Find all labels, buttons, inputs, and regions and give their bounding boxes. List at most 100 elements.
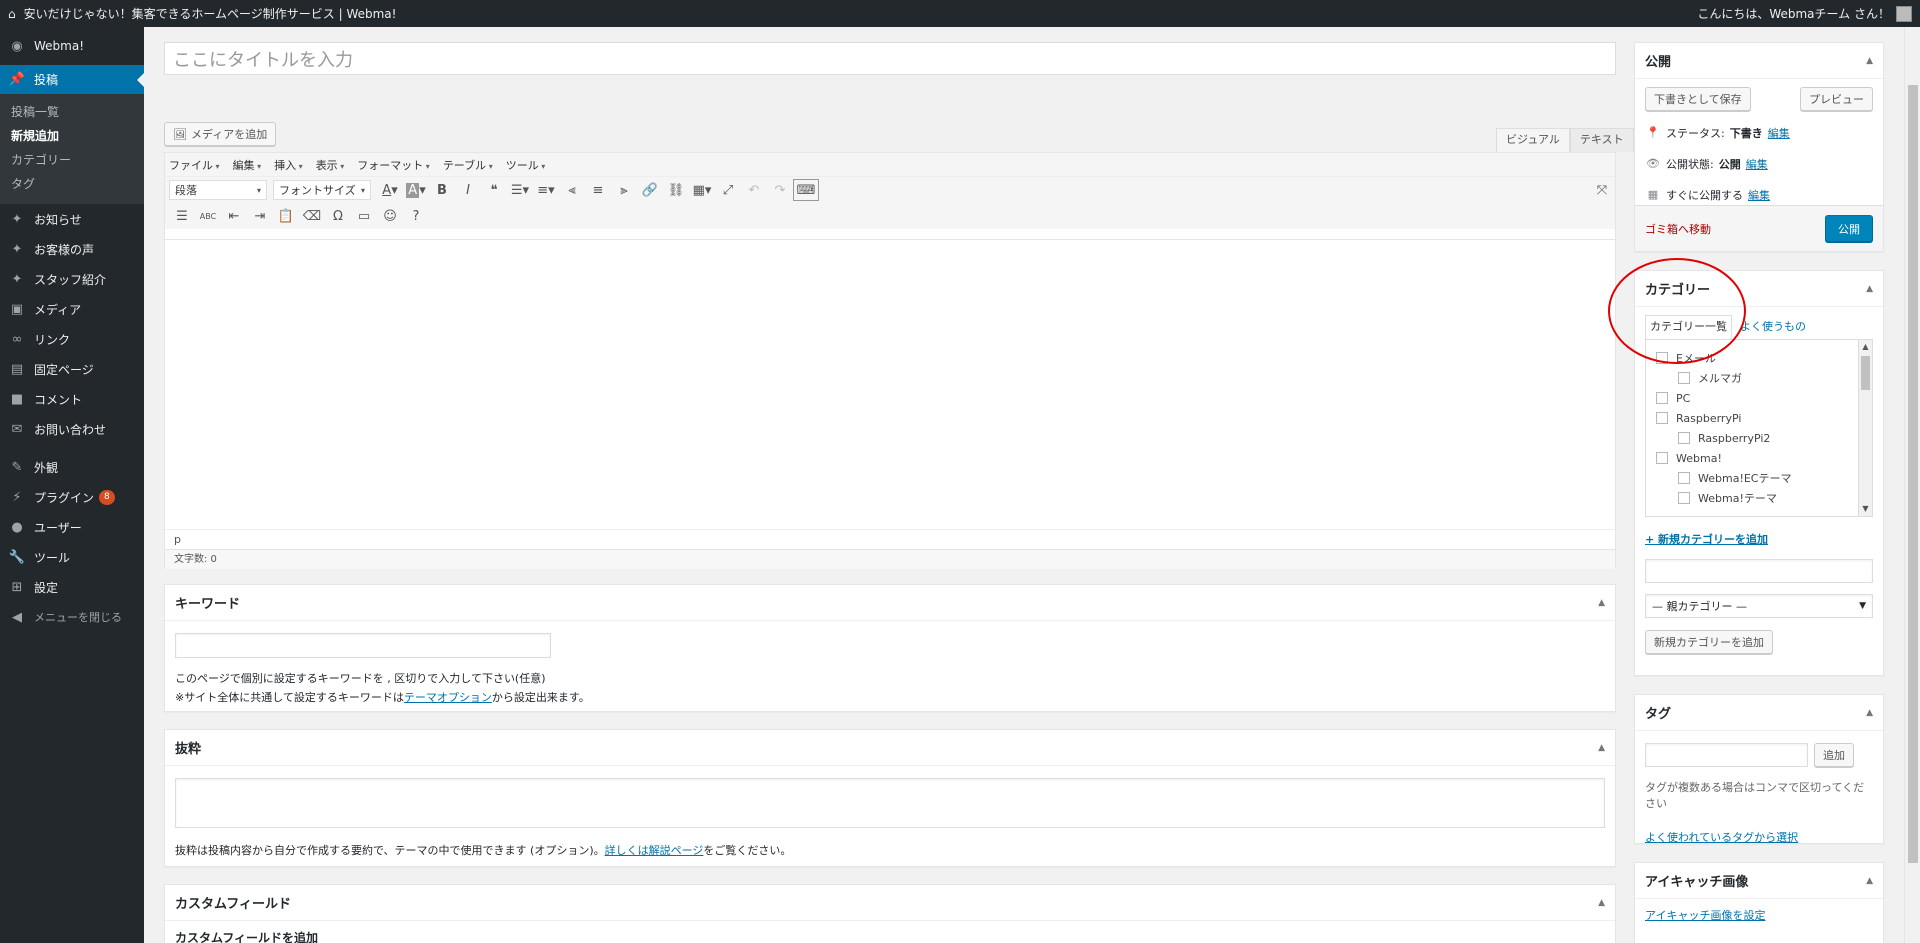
publish-button[interactable]: 公開 — [1825, 215, 1873, 242]
table-icon[interactable]: ▦▾ — [689, 179, 715, 201]
strikethrough-icon[interactable]: ABC — [195, 205, 221, 227]
scroll-up-icon[interactable]: ▲ — [1859, 340, 1872, 354]
category-item[interactable]: Eメール — [1656, 348, 1872, 368]
help-icon[interactable]: ? — [403, 205, 429, 227]
align-right-icon[interactable]: ⫸ — [611, 179, 637, 201]
tag-box-header[interactable]: タグ ▲ — [1635, 695, 1883, 731]
submenu-categories[interactable]: カテゴリー — [0, 148, 144, 172]
category-item[interactable]: RaspberryPi — [1656, 408, 1872, 428]
keyword-input[interactable] — [175, 633, 551, 658]
home-icon[interactable]: ⌂ — [8, 7, 16, 21]
excerpt-help-link[interactable]: 詳しくは解説ページ — [605, 844, 704, 857]
site-title-link[interactable]: 安いだけじゃない！集客できるホームページ制作サービス | Webma! — [24, 5, 397, 22]
category-checkbox[interactable] — [1678, 372, 1690, 384]
number-list-icon[interactable]: ≡▾ — [533, 179, 559, 201]
keyword-box-header[interactable]: キーワード ▲ — [165, 585, 1615, 621]
align-center-icon[interactable]: ≡ — [585, 179, 611, 201]
sidebar-item-pages[interactable]: ▤ 固定ページ — [0, 354, 144, 384]
sidebar-item-appearance[interactable]: ✎ 外観 — [0, 452, 144, 482]
new-category-input[interactable] — [1645, 559, 1873, 583]
set-featured-image-link[interactable]: アイキャッチ画像を設定 — [1645, 909, 1765, 922]
avatar[interactable] — [1896, 5, 1912, 22]
menu-tools[interactable]: ツール — [506, 157, 546, 173]
sidebar-item-tools[interactable]: 🔧 ツール — [0, 542, 144, 572]
sidebar-item-links[interactable]: ∞ リンク — [0, 324, 144, 354]
add-tag-button[interactable]: 追加 — [1814, 743, 1854, 767]
category-checkbox[interactable] — [1656, 452, 1668, 464]
category-item[interactable]: PC — [1656, 388, 1872, 408]
category-item[interactable]: RaspberryPi2 — [1656, 428, 1872, 448]
collapse-arrow-icon[interactable]: ▲ — [1866, 708, 1873, 718]
custom-fields-header[interactable]: カスタムフィールド ▲ — [165, 885, 1615, 921]
sidebar-item-voice[interactable]: ✦ お客様の声 — [0, 234, 144, 264]
category-checkbox[interactable] — [1656, 352, 1668, 364]
undo-icon[interactable]: ↶ — [741, 179, 767, 201]
align-left-icon[interactable]: ⫷ — [559, 179, 585, 201]
collapse-arrow-icon[interactable]: ▲ — [1598, 743, 1605, 753]
blockquote-icon[interactable]: ❝ — [481, 179, 507, 201]
save-draft-button[interactable]: 下書きとして保存 — [1645, 87, 1751, 111]
excerpt-textarea[interactable] — [175, 778, 1605, 828]
title-input[interactable]: ここにタイトルを入力 — [164, 42, 1616, 75]
menu-insert[interactable]: 挿入 — [274, 157, 303, 173]
category-scrollbar[interactable]: ▲ ▼ — [1858, 340, 1872, 516]
menu-view[interactable]: 表示 — [316, 157, 345, 173]
submenu-tags[interactable]: タグ — [0, 172, 144, 196]
background-color-icon[interactable]: A ▾ — [403, 179, 429, 201]
sidebar-item-plugins[interactable]: ⚡ プラグイン 8 — [0, 482, 144, 512]
collapse-arrow-icon[interactable]: ▲ — [1598, 898, 1605, 908]
excerpt-box-header[interactable]: 抜粋 ▲ — [165, 730, 1615, 766]
sidebar-item-dashboard[interactable]: ◉ Webma! — [0, 27, 144, 65]
parent-category-select[interactable]: — 親カテゴリー — ▼ — [1645, 594, 1873, 618]
sidebar-item-settings[interactable]: ⊞ 設定 — [0, 572, 144, 602]
collapse-menu-button[interactable]: ◀ メニューを閉じる — [0, 602, 144, 632]
edit-status-link[interactable]: 編集 — [1768, 125, 1790, 141]
category-item[interactable]: Webma!ECテーマ — [1656, 468, 1872, 488]
add-new-category-link[interactable]: + 新規カテゴリーを追加 — [1645, 533, 1768, 546]
page-scroll-thumb[interactable] — [1908, 85, 1918, 863]
featured-image-header[interactable]: アイキャッチ画像 ▲ — [1635, 863, 1883, 899]
category-checkbox[interactable] — [1656, 392, 1668, 404]
category-checkbox[interactable] — [1678, 432, 1690, 444]
add-media-button[interactable]: 🖼 メディアを追加 — [164, 122, 277, 146]
edit-schedule-link[interactable]: 編集 — [1748, 187, 1770, 203]
bold-icon[interactable]: B — [429, 179, 455, 201]
emoji-icon[interactable]: ☺ — [377, 205, 403, 227]
read-more-icon[interactable]: ▭ — [351, 205, 377, 227]
italic-icon[interactable]: I — [455, 179, 481, 201]
category-item[interactable]: Webma!テーマ — [1656, 488, 1872, 508]
editor-content-area[interactable] — [165, 239, 1615, 529]
sidebar-item-media[interactable]: ▣ メディア — [0, 294, 144, 324]
clear-format-icon[interactable]: ⌫ — [299, 205, 325, 227]
indent-icon[interactable]: ⇥ — [247, 205, 273, 227]
menu-edit[interactable]: 編集 — [233, 157, 262, 173]
sidebar-item-contact[interactable]: ✉ お問い合わせ — [0, 414, 144, 444]
add-category-button[interactable]: 新規カテゴリーを追加 — [1645, 630, 1773, 654]
paste-text-icon[interactable]: 📋 — [273, 205, 299, 227]
horizontal-line-icon[interactable]: ☰ — [169, 205, 195, 227]
page-scrollbar[interactable] — [1904, 27, 1920, 943]
collapse-arrow-icon[interactable]: ▲ — [1598, 598, 1605, 608]
category-checkbox[interactable] — [1678, 472, 1690, 484]
menu-format[interactable]: フォーマット — [357, 157, 430, 173]
trash-link[interactable]: ゴミ箱へ移動 — [1645, 221, 1711, 237]
category-item[interactable]: Webma! — [1656, 448, 1872, 468]
sidebar-item-posts[interactable]: 📌 投稿 — [0, 65, 144, 94]
link-icon[interactable]: 🔗 — [637, 179, 663, 201]
sidebar-item-users[interactable]: ● ユーザー — [0, 512, 144, 542]
collapse-arrow-icon[interactable]: ▲ — [1866, 284, 1873, 294]
fullscreen-icon[interactable]: ⤢ — [715, 179, 741, 201]
publish-box-header[interactable]: 公開 ▲ — [1635, 43, 1883, 79]
scroll-thumb[interactable] — [1861, 356, 1870, 390]
unlink-icon[interactable]: ⛓ — [663, 179, 689, 201]
sidebar-item-news[interactable]: ✦ お知らせ — [0, 204, 144, 234]
tab-visual[interactable]: ビジュアル — [1496, 128, 1570, 152]
text-color-icon[interactable]: A ▾ — [377, 179, 403, 201]
preview-button[interactable]: プレビュー — [1800, 87, 1873, 111]
edit-visibility-link[interactable]: 編集 — [1746, 156, 1768, 172]
category-checkbox[interactable] — [1656, 412, 1668, 424]
category-box-header[interactable]: カテゴリー ▲ — [1635, 271, 1883, 307]
greeting[interactable]: こんにちは、Webmaチーム さん！ — [1697, 5, 1890, 22]
scroll-down-icon[interactable]: ▼ — [1859, 502, 1872, 516]
tab-all-categories[interactable]: カテゴリー一覧 — [1645, 315, 1732, 339]
